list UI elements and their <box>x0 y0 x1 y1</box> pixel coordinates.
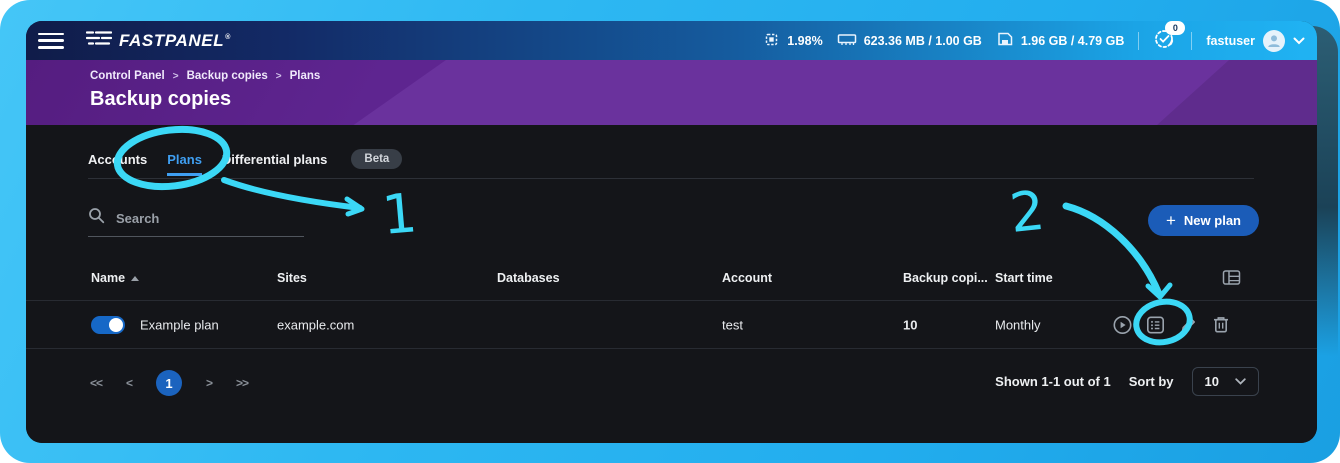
username-label: fastuser <box>1206 34 1255 48</box>
header-accent-shape-right <box>1157 60 1317 125</box>
cpu-icon <box>763 31 780 51</box>
column-header-backup-copies: Backup copi... <box>903 271 988 285</box>
avatar <box>1263 30 1285 52</box>
beta-badge: Beta <box>351 149 402 169</box>
tab-differential-plans[interactable]: Differential plans <box>222 152 327 167</box>
column-header-name[interactable]: Name <box>91 271 139 285</box>
cell-sites: example.com <box>277 317 354 332</box>
page-header: Control Panel > Backup copies > Plans Ba… <box>26 60 1317 125</box>
content-area: Accounts Plans Differential plans Beta +… <box>26 125 1317 443</box>
topbar-stats: 1.98% 623.36 MB / 1.00 GB <box>763 27 1305 54</box>
search-icon <box>88 207 105 229</box>
column-header-account: Account <box>722 271 772 285</box>
disk-icon <box>996 31 1014 50</box>
run-backup-icon[interactable] <box>1112 314 1133 335</box>
chevron-down-icon <box>1293 34 1305 48</box>
table-row: Example plan example.com test 10 Monthly <box>26 300 1317 349</box>
delete-icon[interactable] <box>1211 314 1231 335</box>
topbar: FASTPANEL® 1.98% <box>26 21 1317 60</box>
topbar-divider <box>1138 32 1139 50</box>
cell-backup-copies: 10 <box>903 317 917 332</box>
details-list-icon[interactable] <box>1145 314 1166 335</box>
app-window: FASTPANEL® 1.98% <box>26 21 1317 443</box>
user-menu[interactable]: fastuser <box>1206 30 1305 52</box>
breadcrumb-separator: > <box>276 71 282 82</box>
breadcrumb-backup-copies[interactable]: Backup copies <box>187 70 268 82</box>
chevron-down-icon <box>1235 378 1246 385</box>
logo-mark-icon <box>86 30 112 51</box>
shown-count-label: Shown 1-1 out of 1 <box>995 374 1111 389</box>
cpu-usage-stat: 1.98% <box>763 31 822 51</box>
notifications-count-badge: 0 <box>1165 21 1185 35</box>
column-header-sites: Sites <box>277 271 307 285</box>
pagination-current-page[interactable]: 1 <box>156 370 182 396</box>
sort-asc-icon <box>131 276 139 281</box>
notifications-button[interactable]: 0 <box>1153 27 1177 54</box>
pagination-next[interactable]: > <box>206 376 212 390</box>
breadcrumb: Control Panel > Backup copies > Plans <box>90 70 320 82</box>
breadcrumb-control-panel[interactable]: Control Panel <box>90 70 165 82</box>
page-title: Backup copies <box>90 88 231 111</box>
sort-by-label: Sort by <box>1129 374 1174 389</box>
table-footer: Shown 1-1 out of 1 Sort by 10 <box>995 367 1259 396</box>
tab-accounts[interactable]: Accounts <box>88 152 147 167</box>
tabs-divider <box>88 178 1254 179</box>
menu-icon[interactable] <box>38 33 64 49</box>
pagination-first[interactable]: << <box>90 376 102 390</box>
column-settings-icon[interactable] <box>1222 269 1241 289</box>
search-input[interactable] <box>114 210 304 227</box>
ram-icon <box>837 32 857 50</box>
column-header-start-time: Start time <box>995 271 1053 285</box>
page-size-select[interactable]: 10 <box>1192 367 1259 396</box>
screenshot-stage: FASTPANEL® 1.98% <box>0 0 1340 463</box>
pagination-prev[interactable]: < <box>126 376 132 390</box>
row-actions <box>1112 314 1231 335</box>
logo-text: FASTPANEL® <box>119 31 231 51</box>
cell-account: test <box>722 317 743 332</box>
logo[interactable]: FASTPANEL® <box>86 30 231 51</box>
column-header-databases: Databases <box>497 271 560 285</box>
breadcrumb-plans: Plans <box>290 70 321 82</box>
tab-plans[interactable]: Plans <box>167 152 202 167</box>
cell-start-time: Monthly <box>995 317 1041 332</box>
plan-enabled-toggle[interactable] <box>91 316 125 334</box>
breadcrumb-separator: > <box>173 71 179 82</box>
cell-plan-name: Example plan <box>140 317 219 332</box>
plus-icon: + <box>1166 212 1176 229</box>
table-header: Name Sites Databases Account Backup copi… <box>26 271 1317 300</box>
search-box <box>88 207 304 237</box>
ram-usage-stat: 623.36 MB / 1.00 GB <box>837 32 982 50</box>
topbar-divider <box>1191 32 1192 50</box>
tabs: Accounts Plans Differential plans Beta <box>88 149 402 169</box>
pagination: << < 1 > >> <box>90 369 248 397</box>
edit-icon[interactable] <box>1178 314 1199 335</box>
new-plan-button[interactable]: + New plan <box>1148 205 1259 236</box>
disk-usage-stat: 1.96 GB / 4.79 GB <box>996 31 1125 50</box>
pagination-last[interactable]: >> <box>236 376 248 390</box>
